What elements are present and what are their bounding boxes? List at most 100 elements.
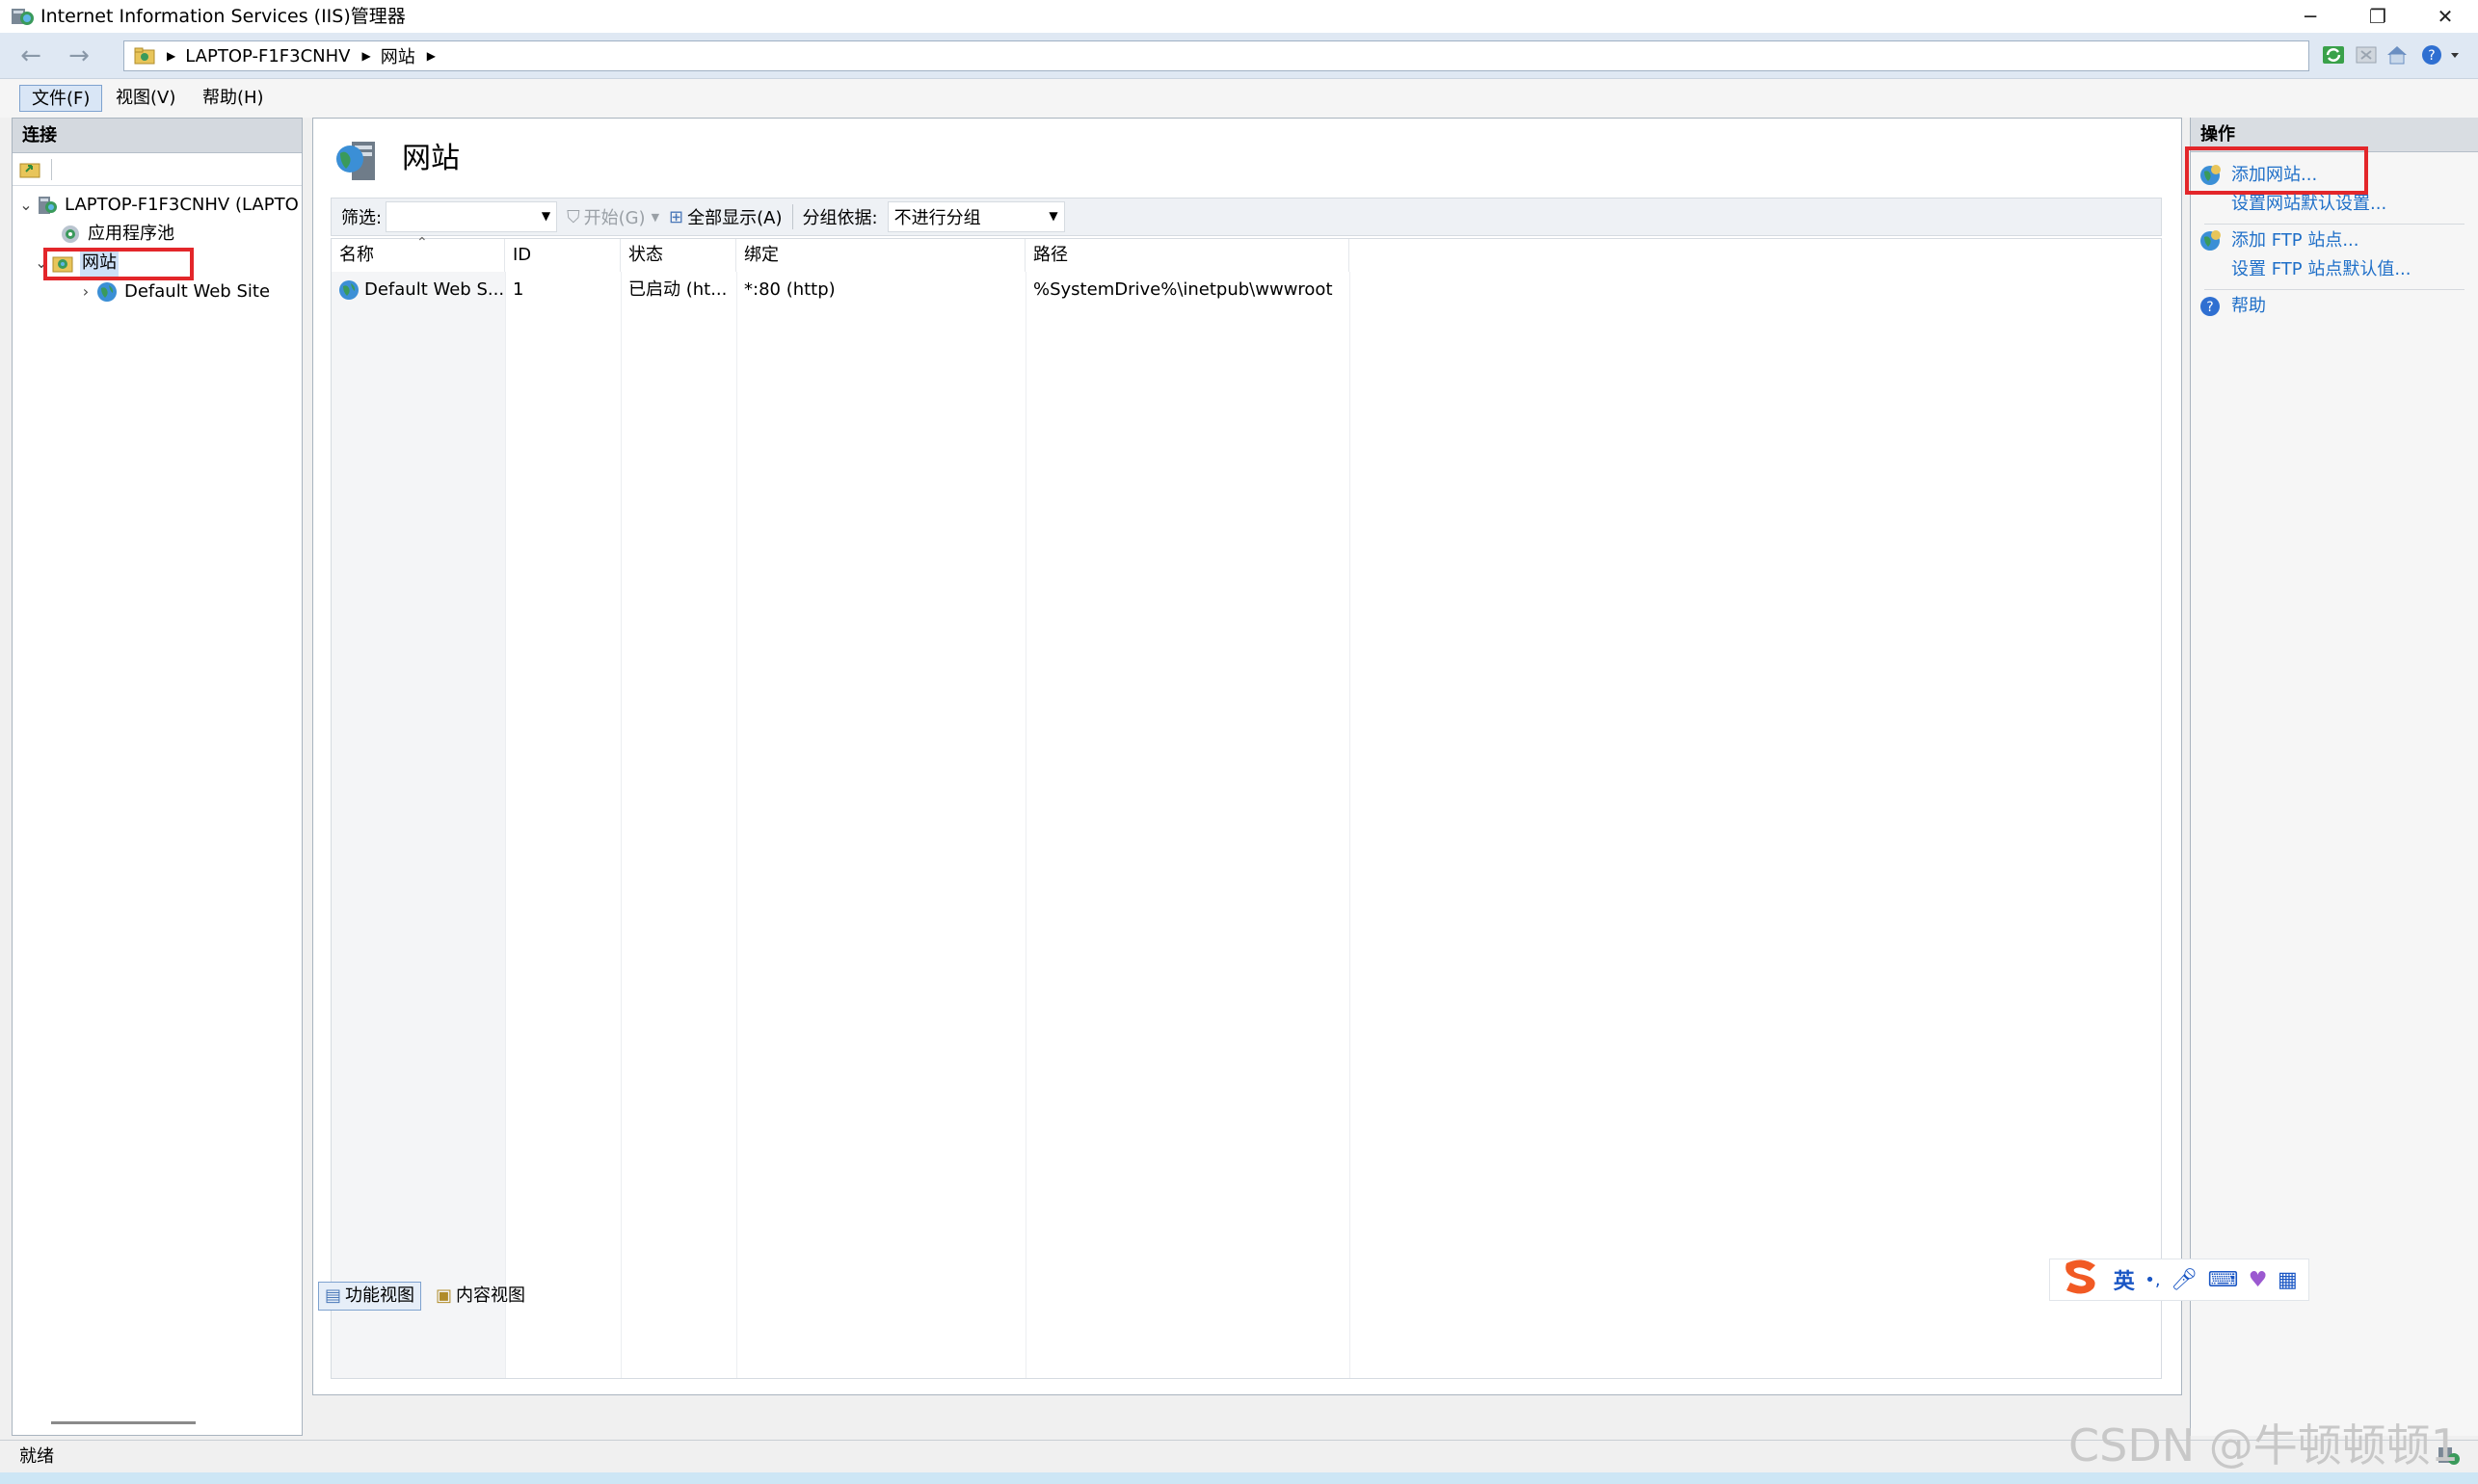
ime-language[interactable]: 英 — [2114, 1264, 2135, 1295]
funnel-icon: ⛉ — [567, 206, 580, 227]
cell-name: Default Web S... — [364, 279, 505, 300]
dropdown-arrow-icon[interactable]: ▼ — [652, 211, 659, 224]
toolbox-grid-icon[interactable]: ▦ — [2278, 1268, 2298, 1292]
tab-feature-view-label: 功能视图 — [345, 1285, 415, 1306]
menu-help[interactable]: 帮助(H) — [191, 85, 276, 112]
tree-item-app-pools[interactable]: 应用程序池 — [59, 221, 174, 248]
dropdown-arrow-icon[interactable]: ▼ — [542, 209, 550, 223]
dropdown-arrow-icon[interactable]: ▼ — [1049, 209, 1057, 223]
forward-arrow-icon[interactable]: → — [62, 39, 96, 73]
ime-punctuation[interactable]: •, — [2145, 1270, 2160, 1290]
minimize-button[interactable]: ─ — [2277, 0, 2344, 33]
tree-label-default-site: Default Web Site — [124, 281, 271, 302]
help-icon: ? — [2198, 295, 2222, 322]
content-view-icon: ▣ — [436, 1285, 453, 1306]
refresh-icon[interactable] — [2319, 40, 2348, 69]
skin-icon[interactable]: ♥ — [2249, 1268, 2268, 1292]
svg-text:?: ? — [2428, 48, 2435, 64]
server-icon — [36, 194, 59, 217]
help-dropdown-icon[interactable]: ? — [2417, 40, 2465, 69]
breadcrumb-sites[interactable]: 网站 — [381, 43, 415, 68]
sites-list: 名称 ⌃ ID 状态 绑定 路径 Default Web S... 1 已启动 … — [331, 235, 2162, 1379]
cell-path: %SystemDrive%\inetpub\wwwroot — [1033, 279, 1333, 300]
microphone-icon[interactable]: 🎤︎ — [2171, 1268, 2198, 1292]
restore-button[interactable]: ❐ — [2344, 0, 2411, 33]
ime-toolbar[interactable]: 英 •, 🎤︎ ⌨ ♥ ▦ — [2049, 1259, 2309, 1301]
start-filter-button[interactable]: ⛉ 开始(G) ▼ — [567, 204, 659, 229]
table-row[interactable]: Default Web S... 1 已启动 (ht... *:80 (http… — [332, 276, 1349, 305]
sites-page-icon — [331, 134, 383, 186]
menu-file[interactable]: 文件(F) — [19, 85, 103, 112]
column-header-path[interactable]: 路径 — [1026, 239, 1349, 272]
back-arrow-icon[interactable]: ← — [13, 39, 48, 73]
column-header-status[interactable]: 状态 — [621, 239, 736, 272]
tree-label-app-pools: 应用程序池 — [88, 224, 174, 244]
page-title: 网站 — [402, 142, 460, 175]
action-site-defaults[interactable]: 设置网站默认设置... — [2231, 191, 2386, 218]
tab-feature-view[interactable]: ▤ 功能视图 — [318, 1282, 422, 1311]
column-divider — [505, 272, 506, 1378]
column-header-binding[interactable]: 绑定 — [736, 239, 1026, 272]
app-pool-icon — [59, 223, 82, 246]
sogou-logo-icon — [2061, 1258, 2103, 1302]
action-add-ftp[interactable]: 添加 FTP 站点... — [2231, 227, 2359, 254]
breadcrumb-separator: ▶ — [167, 49, 176, 63]
connections-toolbar — [13, 153, 302, 186]
group-by-value: 不进行分组 — [893, 208, 981, 228]
cell-id: 1 — [513, 279, 524, 300]
sort-caret-icon: ⌃ — [416, 235, 428, 251]
column-divider — [736, 272, 737, 1378]
highlight-box-sites — [43, 248, 194, 280]
home-icon[interactable] — [2383, 40, 2411, 69]
navigation-bar: ← → ▶ LAPTOP-F1F3CNHV ▶ 网站 ▶ ? — [0, 33, 2478, 79]
menu-bar: 文件(F) 视图(V) 帮助(H) — [0, 79, 2478, 118]
chevron-down-icon[interactable]: ⌄ — [16, 192, 36, 219]
action-help[interactable]: 帮助 — [2231, 293, 2266, 320]
close-button[interactable]: ✕ — [2411, 0, 2478, 33]
breadcrumb-server[interactable]: LAPTOP-F1F3CNHV — [185, 46, 350, 66]
cell-binding: *:80 (http) — [744, 279, 836, 300]
window-title: Internet Information Services (IIS)管理器 — [40, 6, 406, 27]
show-all-icon: ⊞ — [669, 206, 684, 227]
actions-divider — [2204, 224, 2465, 225]
actions-divider — [2204, 289, 2465, 290]
column-divider — [621, 272, 622, 1378]
status-text: 就绪 — [19, 1446, 54, 1467]
horizontal-scrollbar[interactable] — [51, 1421, 196, 1424]
add-ftp-globe-icon — [2198, 229, 2222, 256]
feature-view-icon: ▤ — [325, 1285, 342, 1306]
highlight-box-add-site — [2185, 146, 2368, 195]
breadcrumb-separator: ▶ — [426, 49, 436, 63]
iis-app-icon — [10, 6, 35, 27]
connect-icon[interactable] — [18, 158, 41, 181]
globe-icon — [95, 280, 119, 304]
menu-view[interactable]: 视图(V) — [104, 85, 187, 112]
svg-text:?: ? — [2206, 300, 2213, 315]
name-column-background — [332, 272, 505, 1378]
folder-icon — [134, 46, 155, 66]
tab-content-view[interactable]: ▣ 内容视图 — [430, 1282, 531, 1311]
tree-label-server: LAPTOP-F1F3CNHV (LAPTO — [65, 195, 299, 215]
connections-panel: 连接 ⌄ LAPTOP-F1F3CNHV (LAPTO 应用程序池 ⌄ 网站 ›… — [12, 118, 303, 1436]
action-ftp-defaults[interactable]: 设置 FTP 站点默认值... — [2231, 256, 2411, 283]
address-bar[interactable]: ▶ LAPTOP-F1F3CNHV ▶ 网站 ▶ — [123, 40, 2309, 71]
sites-content-panel: 网站 筛选: ▼ ⛉ 开始(G) ▼ ⊞ 全部显示(A) 分组依据: 不进行分组… — [312, 118, 2182, 1395]
filter-label: 筛选: — [341, 208, 383, 228]
column-divider — [1349, 272, 1350, 1378]
stop-icon[interactable] — [2352, 40, 2381, 69]
column-header-id[interactable]: ID — [505, 239, 621, 272]
actions-panel: 操作 添加网站... 设置网站默认设置... 添加 FTP 站点... 设置 F… — [2185, 118, 2478, 1436]
tree-item-default-site[interactable]: › Default Web Site — [76, 278, 270, 305]
group-by-select[interactable]: 不进行分组 ▼ — [887, 201, 1065, 232]
chevron-right-icon[interactable]: › — [76, 278, 95, 305]
keyboard-icon[interactable]: ⌨ — [2207, 1268, 2238, 1292]
filter-toolbar: 筛选: ▼ ⛉ 开始(G) ▼ ⊞ 全部显示(A) 分组依据: 不进行分组 ▼ — [331, 198, 2162, 236]
show-all-button[interactable]: ⊞ 全部显示(A) — [669, 204, 782, 229]
filter-input[interactable]: ▼ — [386, 201, 558, 232]
toolbar-divider — [791, 204, 793, 229]
tree-item-server[interactable]: ⌄ LAPTOP-F1F3CNHV (LAPTO — [16, 192, 299, 219]
start-filter-label: 开始(G) — [583, 208, 646, 228]
toolbar-divider — [51, 159, 52, 180]
title-bar: Internet Information Services (IIS)管理器 ─… — [0, 0, 2478, 33]
tab-content-view-label: 内容视图 — [456, 1285, 526, 1306]
